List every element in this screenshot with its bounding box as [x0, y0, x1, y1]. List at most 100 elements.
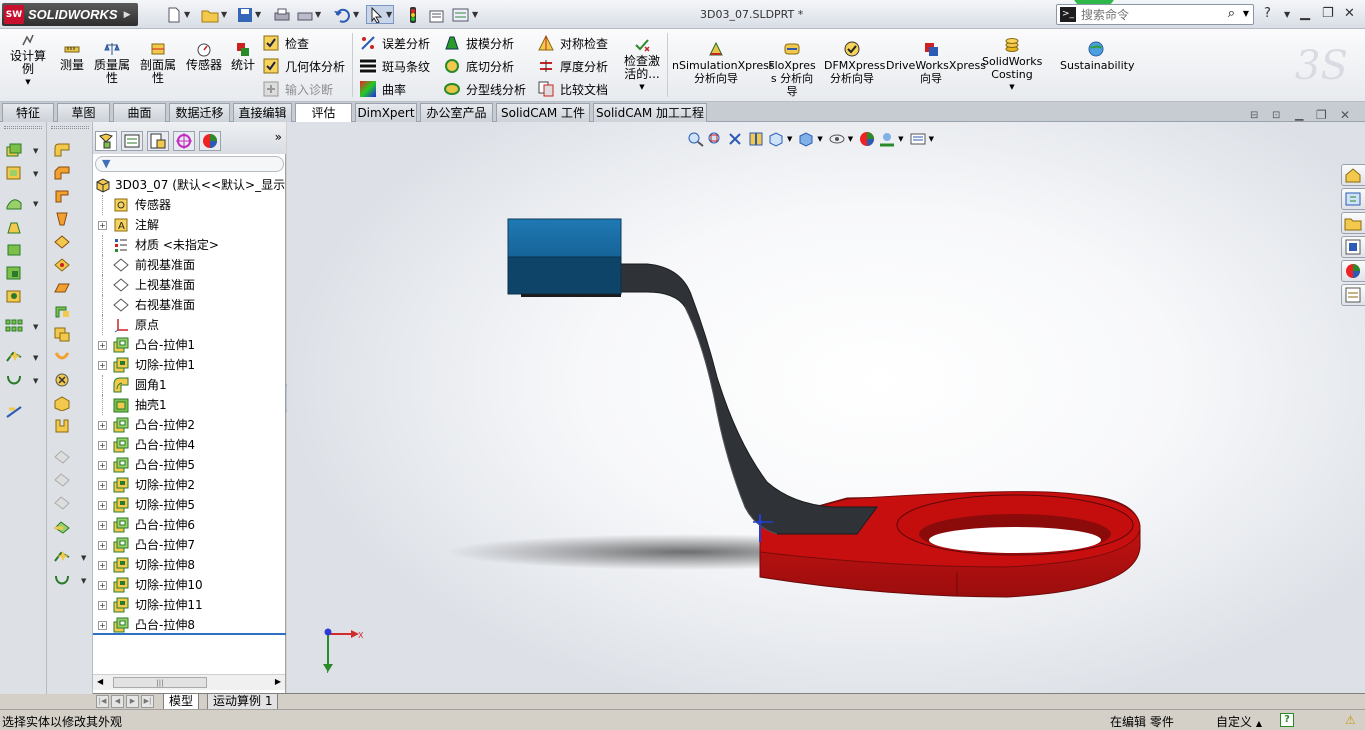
dropdown-icon[interactable]: ▼ [33, 170, 38, 178]
costing-button[interactable]: SolidWorks Costing ▼ [982, 37, 1042, 94]
extruded-boss-icon[interactable] [5, 142, 23, 158]
geometry-analysis-button[interactable]: 几何体分析 [263, 56, 345, 76]
tab-feature-manager[interactable] [95, 131, 117, 151]
task-pane-file-explorer[interactable] [1341, 212, 1365, 234]
select-button[interactable]: ▼ [366, 5, 395, 24]
doc-minimize-icon[interactable]: ▁ [1295, 108, 1303, 121]
pattern-icon-disabled[interactable] [53, 472, 71, 488]
combine-icon[interactable] [53, 418, 71, 434]
doc-cascade-icon[interactable]: ⊡ [1272, 110, 1280, 121]
prev-tab-icon[interactable]: ◀ [111, 695, 124, 708]
more-tabs-icon[interactable]: » [275, 130, 282, 144]
curves-icon[interactable] [5, 372, 23, 388]
tree-item[interactable]: + 凸台-拉伸1 [93, 335, 285, 355]
measure-button[interactable]: 测量 [58, 41, 86, 72]
section-properties-button[interactable]: 剖面属性 [137, 41, 179, 85]
undercut-analysis-button[interactable]: 底切分析 [444, 56, 514, 76]
expand-toggle-icon[interactable]: + [98, 421, 107, 430]
dropdown-icon[interactable]: ▼ [33, 147, 38, 155]
expand-toggle-icon[interactable]: + [98, 621, 107, 630]
file-properties-button[interactable] [428, 5, 446, 24]
expand-toggle-icon[interactable]: + [98, 501, 107, 510]
rib-icon[interactable] [53, 188, 71, 204]
expand-toggle-icon[interactable]: + [98, 461, 107, 470]
tree-item[interactable]: 右视基准面 [93, 295, 285, 315]
task-pane-custom-properties[interactable] [1341, 284, 1365, 306]
expand-toggle-icon[interactable]: + [98, 541, 107, 550]
horizontal-scrollbar[interactable]: ◀ ||| ▶ [93, 674, 285, 690]
freeform-icon[interactable] [53, 372, 71, 388]
tab-model[interactable]: 模型 [163, 694, 200, 710]
dropdown-icon[interactable]: ▼ [33, 354, 38, 362]
mass-properties-button[interactable]: 质量属性 [92, 41, 132, 85]
tab-sketch[interactable]: 草图 [57, 103, 110, 122]
close-icon[interactable]: ✕ [1344, 6, 1355, 21]
tree-item[interactable]: + 凸台-拉伸6 [93, 515, 285, 535]
expand-toggle-icon[interactable]: + [98, 521, 107, 530]
help-icon[interactable]: ? [1264, 6, 1271, 21]
first-tab-icon[interactable]: |◀ [96, 695, 109, 708]
expand-toggle-icon[interactable]: + [98, 341, 107, 350]
tree-root[interactable]: 3D03_07 (默认<<默认>_显示状态 1>) [93, 175, 285, 195]
search-icon[interactable]: ⌕ [1228, 6, 1235, 21]
restore-icon[interactable]: ❐ [1322, 6, 1334, 21]
expand-toggle-icon[interactable]: + [98, 561, 107, 570]
mirror-icon-disabled[interactable] [53, 449, 71, 465]
parting-line-analysis-button[interactable]: 分型线分析 [444, 79, 526, 99]
symmetry-check-button[interactable]: 对称检查 [538, 33, 608, 53]
hole-wizard-icon[interactable] [5, 288, 23, 304]
expand-toggle-icon[interactable]: + [98, 361, 107, 370]
tree-item[interactable]: 材质 <未指定> [93, 235, 285, 255]
tree-item[interactable]: + 切除-拉伸2 [93, 475, 285, 495]
move-face-icon-disabled[interactable] [53, 495, 71, 511]
simulationxpress-button[interactable]: nSimulationXpress 分析向导 [672, 41, 775, 85]
solidworks-menu-button[interactable]: SW SOLIDWORKS ▶ [2, 3, 138, 26]
flex-icon[interactable] [53, 303, 71, 319]
doc-restore-icon[interactable]: ❐ [1316, 108, 1327, 122]
rebuild-button[interactable] [405, 5, 421, 24]
tree-item[interactable]: 圆角1 [93, 375, 285, 395]
indent-icon[interactable] [53, 349, 71, 365]
revolved-boss-icon[interactable] [5, 165, 23, 181]
tab-solidcam-machining[interactable]: SolidCAM 加工工程 [593, 103, 707, 122]
linear-pattern-icon[interactable] [5, 318, 23, 334]
check-button[interactable]: 检查 [263, 33, 309, 53]
task-pane-home[interactable] [1341, 164, 1365, 186]
swept-boss-icon[interactable] [5, 195, 23, 211]
extruded-cut-icon[interactable] [5, 265, 23, 281]
scroll-left-icon[interactable]: ◀ [97, 677, 103, 686]
tab-dimxpert-manager[interactable] [173, 131, 195, 151]
import-diagnostics-button[interactable]: 输入诊断 [263, 79, 333, 99]
print-options-button[interactable]: ▼ [297, 5, 321, 24]
curvature-button[interactable]: 曲率 [360, 79, 406, 99]
fillet-icon[interactable] [53, 142, 71, 158]
expand-toggle-icon[interactable]: + [98, 221, 107, 230]
doc-close-icon[interactable]: ✕ [1340, 108, 1350, 122]
chamfer-icon[interactable] [53, 165, 71, 181]
statistics-button[interactable]: 统计 [229, 41, 257, 72]
new-document-button[interactable]: ▼ [166, 5, 190, 24]
tree-item[interactable]: + 切除-拉伸11 [93, 595, 285, 615]
tree-item[interactable]: + 凸台-拉伸8 [93, 615, 285, 635]
options-button[interactable]: ▼ [452, 5, 478, 24]
tree-item[interactable]: + 凸台-拉伸4 [93, 435, 285, 455]
zebra-stripes-button[interactable]: 斑马条纹 [360, 56, 430, 76]
next-tab-icon[interactable]: ▶ [126, 695, 139, 708]
help-dropdown-icon[interactable]: ▼ [1284, 10, 1290, 19]
expand-toggle-icon[interactable]: + [98, 601, 107, 610]
tab-office-products[interactable]: 办公室产品 [420, 103, 493, 122]
reference-geometry-icon[interactable] [5, 349, 23, 365]
dome-icon[interactable] [53, 280, 71, 296]
lofted-boss-icon[interactable] [5, 219, 23, 235]
design-study-button[interactable]: 设计算例 ▼ [8, 32, 48, 89]
search-commands[interactable]: >_ ⌕ ▼ [1056, 4, 1254, 25]
tab-features[interactable]: 特征 [2, 103, 54, 122]
doc-tile-icon[interactable]: ⊟ [1250, 110, 1258, 121]
tree-item[interactable]: + 切除-拉伸8 [93, 555, 285, 575]
graphics-area[interactable]: ▼ ▼ ▼ ▼ ▼ X Y [287, 122, 1365, 694]
tree-item[interactable]: + 凸台-拉伸5 [93, 455, 285, 475]
tree-item[interactable]: 上视基准面 [93, 275, 285, 295]
tree-item[interactable]: + A 注解 [93, 215, 285, 235]
thickness-analysis-button[interactable]: 厚度分析 [538, 56, 608, 76]
tree-item[interactable]: 原点 [93, 315, 285, 335]
